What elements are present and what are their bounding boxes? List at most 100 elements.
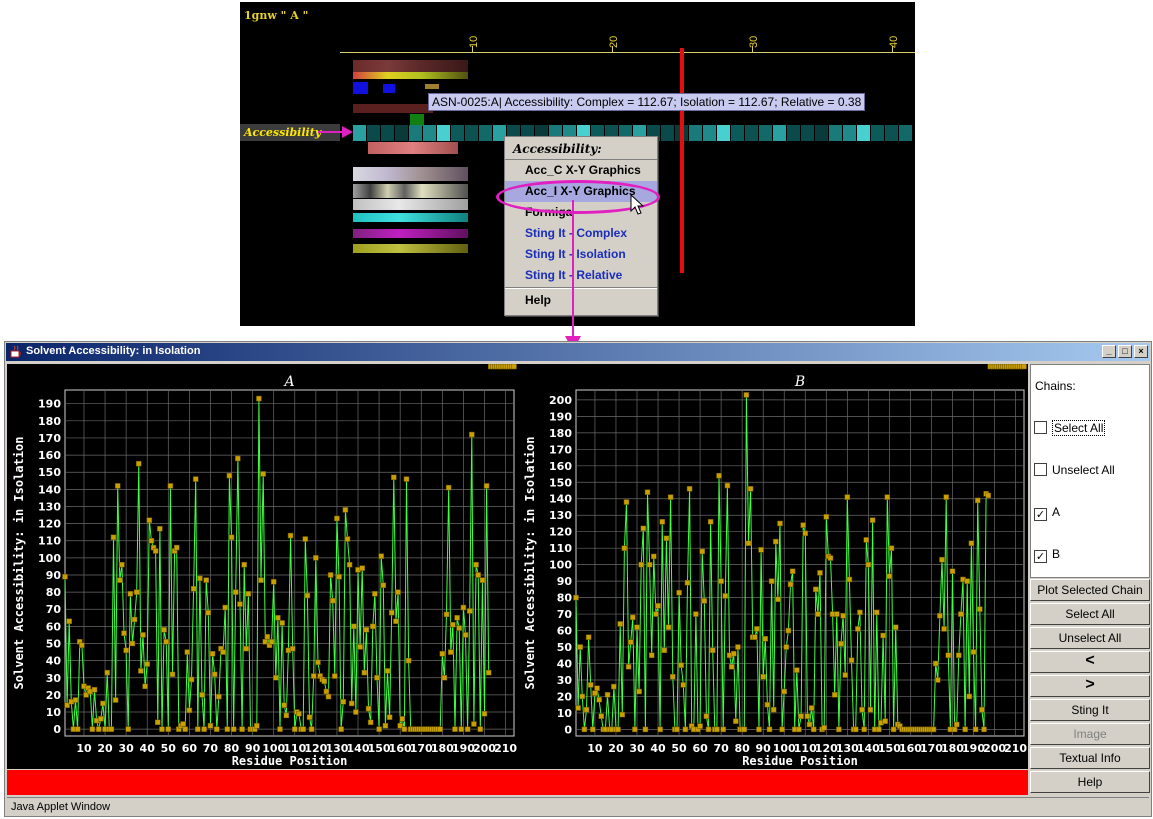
accessibility-cell[interactable]	[759, 125, 772, 141]
x-tick-label: 60	[692, 742, 708, 755]
accessibility-cell[interactable]	[815, 125, 828, 141]
accessibility-cell[interactable]	[857, 125, 870, 141]
data-point	[627, 639, 634, 645]
accessibility-cell[interactable]	[661, 125, 674, 141]
accessibility-cell[interactable]	[367, 125, 380, 141]
accessibility-cell[interactable]	[451, 125, 464, 141]
sting-it-button[interactable]: Sting It	[1030, 699, 1150, 721]
feature-track[interactable]	[353, 104, 433, 113]
feature-track[interactable]	[353, 184, 468, 198]
data-point	[583, 706, 590, 713]
checkbox-box[interactable]	[1034, 421, 1047, 434]
feature-track[interactable]	[353, 82, 368, 94]
accessibility-cell[interactable]	[787, 125, 800, 141]
x-tick-label: 140	[347, 742, 370, 755]
data-point	[232, 589, 239, 595]
accessibility-cell[interactable]	[465, 125, 478, 141]
feature-track[interactable]	[425, 84, 439, 89]
position-marker[interactable]	[680, 48, 684, 273]
data-point	[329, 597, 336, 604]
menu-item-acc-c-xy-graphics[interactable]: Acc_C X-Y Graphics	[505, 160, 657, 181]
data-point	[327, 572, 334, 578]
accessibility-cell[interactable]	[423, 125, 436, 141]
data-point	[754, 626, 760, 632]
data-point	[636, 688, 642, 695]
data-point	[802, 530, 809, 537]
feature-track[interactable]	[383, 84, 395, 93]
checkmark-icon[interactable]: ✓	[1034, 550, 1047, 563]
accessibility-cell[interactable]	[717, 125, 730, 141]
accessibility-cell[interactable]	[801, 125, 814, 141]
applet-window[interactable]: Solvent Accessibility: in Isolation _ □ …	[4, 341, 1152, 817]
plot-selected-chain-button[interactable]: Plot Selected Chain	[1030, 579, 1150, 601]
feature-track[interactable]	[353, 72, 468, 79]
window-titlebar[interactable]: Solvent Accessibility: in Isolation _ □ …	[6, 343, 1150, 361]
data-point	[359, 565, 365, 571]
accessibility-cell[interactable]	[437, 125, 450, 141]
accessibility-cell[interactable]	[885, 125, 898, 141]
feature-track[interactable]	[368, 142, 458, 154]
checkmark-icon[interactable]: ✓	[1034, 508, 1047, 521]
y-axis-label: Solvent Accessibility: in Isolation	[523, 437, 537, 690]
accessibility-cell[interactable]	[689, 125, 702, 141]
data-point	[485, 669, 492, 676]
data-point	[823, 514, 830, 520]
checkbox-chain-b[interactable]: ✓ B	[1034, 547, 1060, 563]
accessibility-cell[interactable]	[829, 125, 842, 141]
textual-info-button[interactable]: Textual Info	[1030, 747, 1150, 769]
maximize-button[interactable]: □	[1118, 345, 1132, 358]
data-point	[62, 573, 68, 580]
feature-track[interactable]	[353, 199, 468, 210]
minimize-button[interactable]: _	[1102, 345, 1116, 358]
data-point	[220, 649, 226, 655]
select-all-button[interactable]: Select All	[1030, 603, 1150, 625]
accessibility-cell[interactable]	[479, 125, 492, 141]
data-point	[445, 484, 452, 491]
accessibility-cell[interactable]	[843, 125, 856, 141]
data-point	[720, 726, 726, 733]
checkbox-unselect-all[interactable]: Unselect All	[1034, 463, 1115, 477]
data-point	[657, 726, 663, 733]
checkbox-box[interactable]	[1034, 463, 1047, 476]
accessibility-cell[interactable]	[395, 125, 408, 141]
feature-track[interactable]	[353, 244, 468, 253]
data-point	[209, 651, 216, 657]
next-button[interactable]: >	[1030, 675, 1150, 697]
close-button[interactable]: ×	[1134, 345, 1148, 358]
data-point	[705, 726, 712, 733]
accessibility-cell[interactable]	[703, 125, 716, 141]
data-point	[144, 661, 150, 667]
accessibility-cell[interactable]	[773, 125, 786, 141]
accessibility-cell[interactable]	[353, 125, 366, 141]
previous-button[interactable]: <	[1030, 651, 1150, 673]
data-point	[880, 632, 886, 639]
data-point	[195, 726, 201, 732]
accessibility-cell[interactable]	[731, 125, 744, 141]
data-point	[703, 713, 710, 719]
x-tick-label: 50	[671, 742, 687, 755]
accessibility-cell[interactable]	[899, 125, 912, 141]
accessibility-cell[interactable]	[871, 125, 884, 141]
help-button[interactable]: Help	[1030, 771, 1150, 793]
chart-chain-b[interactable]: 0102030405060708090100110120130140150160…	[518, 364, 1028, 769]
data-point	[161, 627, 167, 633]
checkbox-chain-a[interactable]: ✓ A	[1034, 505, 1060, 521]
x-tick-label: 40	[650, 742, 666, 755]
data-point	[956, 652, 962, 659]
data-point	[760, 673, 766, 680]
data-point	[653, 611, 659, 617]
data-point	[846, 576, 853, 583]
feature-track[interactable]	[353, 229, 468, 238]
unselect-all-button[interactable]: Unselect All	[1030, 627, 1150, 649]
accessibility-cell[interactable]	[381, 125, 394, 141]
accessibility-cell[interactable]	[409, 125, 422, 141]
y-tick-label: 140	[38, 483, 61, 496]
data-point	[511, 364, 517, 370]
chart-chain-a[interactable]: 0102030405060708090100110120130140150160…	[7, 364, 518, 769]
feature-track[interactable]	[353, 213, 468, 222]
checkbox-select-all[interactable]: Select All	[1034, 420, 1106, 436]
feature-track[interactable]	[353, 167, 468, 181]
accessibility-cell[interactable]	[745, 125, 758, 141]
data-point	[165, 726, 172, 732]
data-point	[676, 589, 682, 596]
